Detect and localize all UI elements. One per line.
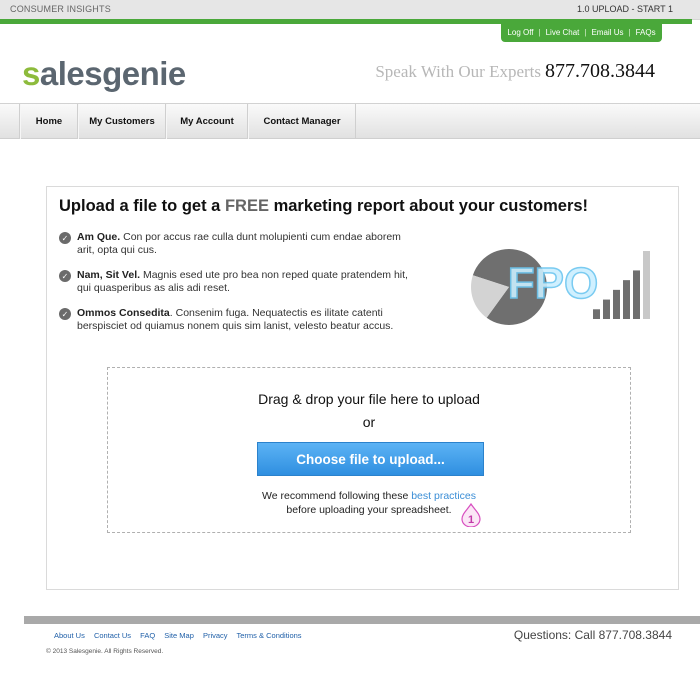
bar [643,251,650,319]
page-title: Upload a file to get a FREE marketing re… [59,197,588,216]
section-label: CONSUMER INSIGHTS [10,4,111,14]
bullet-title: Nam, Sit Vel. [77,269,141,281]
nav-item-home[interactable]: Home [20,104,78,139]
utility-links: Log Off | Live Chat | Email Us | FAQs [501,23,662,42]
phone-number: 877.708.3844 [545,60,655,82]
bar [593,309,600,319]
bar [623,280,630,319]
footer-bar [24,616,700,624]
footer-terms-link[interactable]: Terms & Conditions [237,631,302,640]
bar-chart-graphic [593,251,650,319]
bullet-text: Con por accus rae culla dunt molupienti … [77,231,401,256]
fpo-label: FPO [508,259,598,308]
footer-about-link[interactable]: About Us [54,631,85,640]
copyright: © 2013 Salesgenie. All Rights Reserved. [46,648,164,655]
headline-pre: Upload a file to get a [59,197,221,215]
salesgenie-logo[interactable]: salesgenie [22,55,186,93]
or-text: or [362,414,376,430]
headline-post: marketing report about your customers! [273,197,589,215]
logo-text: alesgenie [39,55,186,92]
drop-instruction: Drag & drop your file here to upload [258,391,480,407]
step-label: 1.0 UPLOAD - START 1 [576,4,673,14]
nav-item-my-account[interactable]: My Account [166,104,248,139]
annotation-number: 1 [468,514,474,526]
footer-contact-link[interactable]: Contact Us [94,631,131,640]
bar [633,270,640,319]
nav-item-my-customers[interactable]: My Customers [78,104,166,139]
nav-spacer [0,104,20,139]
upload-card: Upload a file to get a FREE marketing re… [46,186,679,590]
headline-free: FREE [224,197,269,215]
list-item: ✓ Nam, Sit Vel. Magnis esed ute pro bea … [59,269,409,295]
footer-sitemap-link[interactable]: Site Map [164,631,194,640]
best-practices-link[interactable]: best practices [411,490,476,502]
checkmark-icon: ✓ [59,308,71,320]
checkmark-icon: ✓ [59,270,71,282]
bullet-title: Am Que. [77,231,121,243]
footer-privacy-link[interactable]: Privacy [203,631,228,640]
file-drop-zone[interactable]: Drag & drop your file here to upload or … [107,367,631,533]
expert-phone: Speak With Our Experts 877.708.3844 [375,60,655,83]
list-item: ✓ Am Que. Con por accus rae culla dunt m… [59,231,409,257]
expert-tagline: Speak With Our Experts [375,62,541,81]
bullet-title: Ommos Consedita [77,307,170,319]
email-us-link[interactable]: Email Us [586,28,628,37]
bar [613,289,620,319]
live-chat-link[interactable]: Live Chat [541,28,585,37]
main-nav: Home My Customers My Account Contact Man… [0,103,700,139]
recommend-pre: We recommend following these [262,490,409,502]
top-bar: CONSUMER INSIGHTS 1.0 UPLOAD - START 1 [0,0,700,20]
annotation-marker-icon: 1 [461,503,481,527]
checkmark-icon: ✓ [59,232,71,244]
footer-links: About Us Contact Us FAQ Site Map Privacy… [54,631,309,640]
recommend-post: before uploading your spreadsheet. [286,504,452,516]
list-item: ✓ Ommos Consedita. Consenim fuga. Nequat… [59,307,409,333]
faqs-link[interactable]: FAQs [631,28,661,37]
logoff-link[interactable]: Log Off [502,28,538,37]
placeholder-chart-graphic: FPO [471,249,650,325]
choose-file-button[interactable]: Choose file to upload... [257,442,484,476]
logo-accent-letter: s [22,55,40,92]
footer-questions: Questions: Call 877.708.3844 [513,628,672,642]
best-practices-note: We recommend following these best practi… [108,489,630,517]
bar [603,299,610,319]
benefit-list: ✓ Am Que. Con por accus rae culla dunt m… [59,231,409,345]
nav-item-contact-manager[interactable]: Contact Manager [248,104,356,139]
footer-faq-link[interactable]: FAQ [140,631,155,640]
